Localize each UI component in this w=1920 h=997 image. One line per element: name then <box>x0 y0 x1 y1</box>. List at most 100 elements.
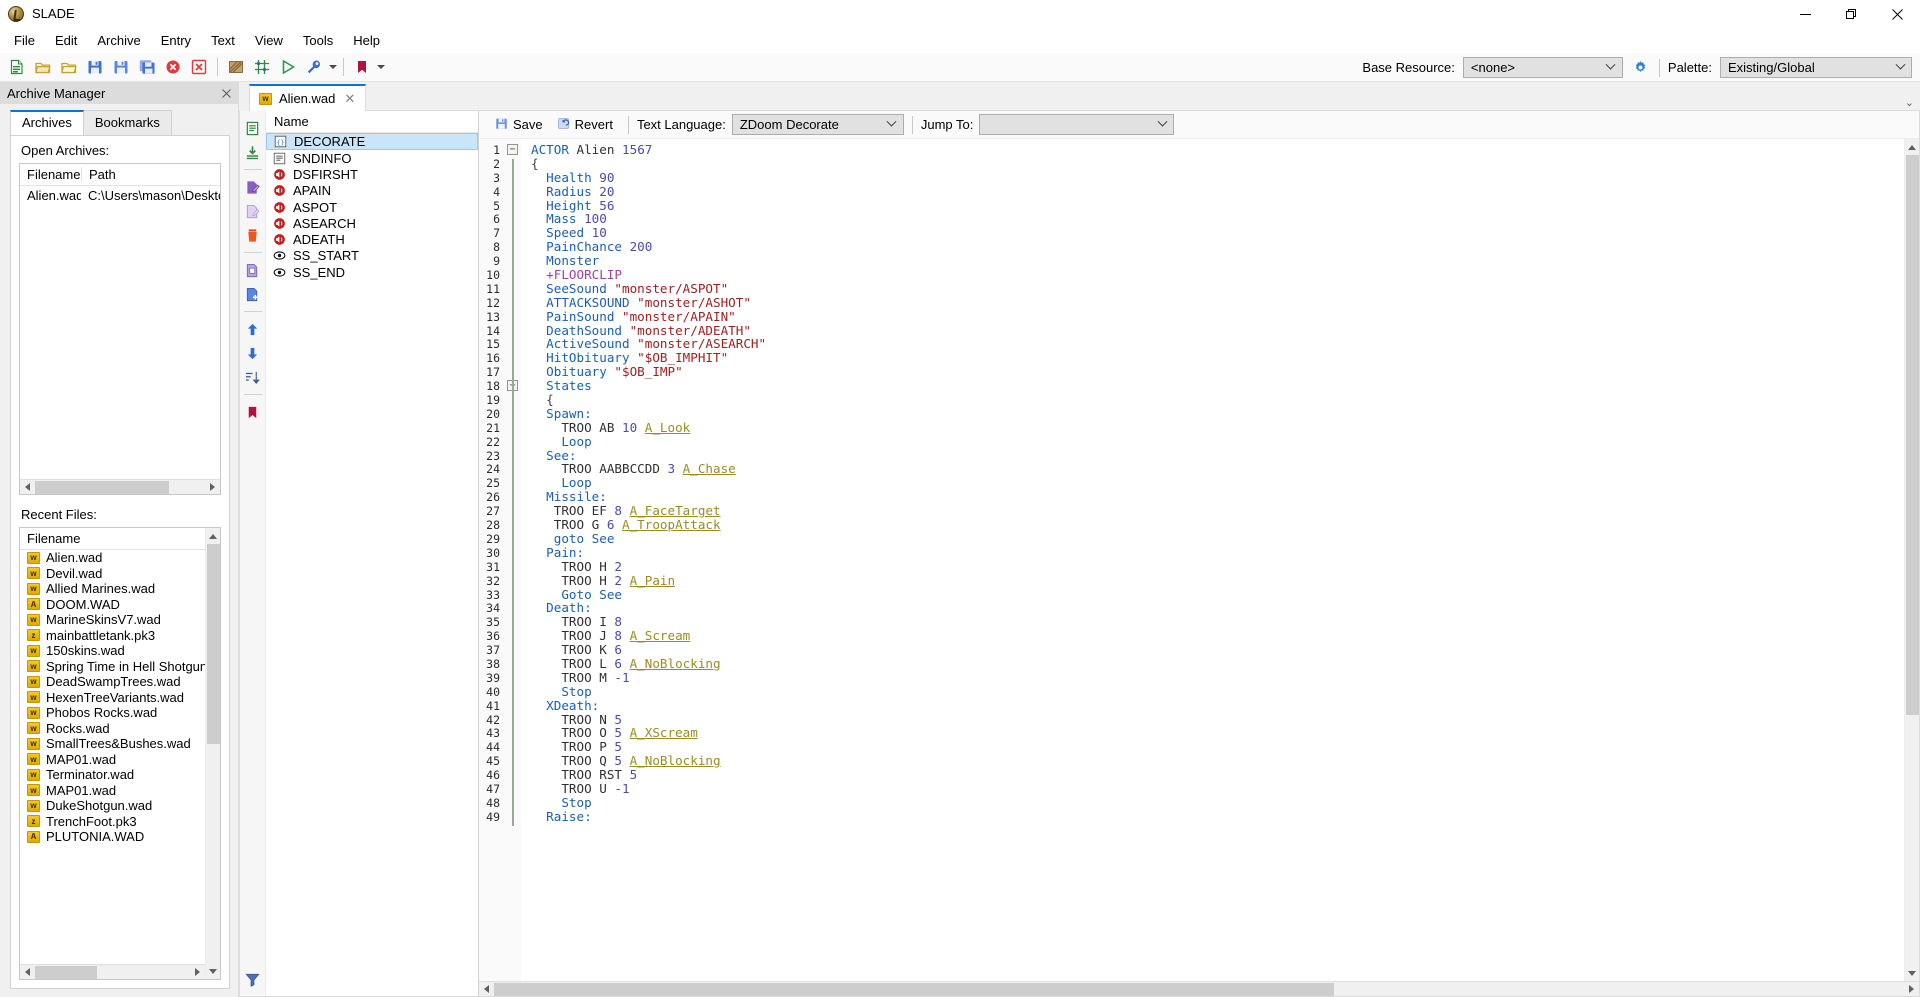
entry-list[interactable]: Name {} DECORATE SNDINFO DSFIRSHT APAIN ASPOT… <box>266 111 479 996</box>
table-row[interactable]: Alien.wad C:\Users\mason\Desktop\ <box>20 186 220 205</box>
list-item[interactable]: w SmallTrees&Bushes.wad <box>20 736 220 752</box>
rename-entry-icon[interactable] <box>242 176 264 198</box>
list-item[interactable]: w Phobos Rocks.wad <box>20 705 220 721</box>
jump-to-combo[interactable] <box>979 114 1175 135</box>
scroll-left-icon[interactable] <box>20 480 35 495</box>
code-vscrollbar[interactable] <box>1904 139 1919 981</box>
gear-icon[interactable] <box>1631 58 1651 78</box>
close-icon[interactable] <box>218 85 234 101</box>
entry-list-item[interactable]: APAIN <box>266 183 478 199</box>
scroll-right-icon[interactable] <box>1904 982 1919 997</box>
texture-editor-icon[interactable] <box>225 56 247 78</box>
bookmarks-icon[interactable] <box>351 56 373 78</box>
menu-tools[interactable]: Tools <box>293 30 343 51</box>
list-item[interactable]: z TrenchFoot.pk3 <box>20 814 220 830</box>
column-path[interactable]: Path <box>81 167 220 182</box>
scroll-up-icon[interactable] <box>1905 139 1920 155</box>
scroll-down-icon[interactable] <box>206 963 221 979</box>
new-entry-icon[interactable] <box>242 117 264 139</box>
list-item[interactable]: w HexenTreeVariants.wad <box>20 690 220 706</box>
code-folding-column[interactable]: −− <box>505 139 521 981</box>
move-up-icon[interactable] <box>242 318 264 340</box>
menu-view[interactable]: View <box>245 30 293 51</box>
tab-archives[interactable]: Archives <box>10 110 84 135</box>
base-resource-combo[interactable]: <none> <box>1462 57 1623 78</box>
recent-files-hscrollbar[interactable] <box>20 964 205 979</box>
scroll-up-icon[interactable] <box>206 528 221 544</box>
bookmark-icon[interactable] <box>242 401 264 423</box>
entry-list-item[interactable]: ASEARCH <box>266 215 478 231</box>
copy-entry-icon[interactable] <box>242 259 264 281</box>
list-item[interactable]: A PLUTONIA.WAD <box>20 829 220 845</box>
list-item[interactable]: w Alien.wad <box>20 550 220 566</box>
entry-list-item[interactable]: SNDINFO <box>266 150 478 166</box>
hscroll-thumb[interactable] <box>35 965 97 979</box>
run-archive-icon[interactable] <box>277 56 299 78</box>
hscroll-track[interactable] <box>494 982 1904 997</box>
open-directory-icon[interactable] <box>58 56 80 78</box>
scroll-right-icon[interactable] <box>205 480 220 495</box>
vscroll-track[interactable] <box>1905 155 1920 965</box>
list-item[interactable]: z mainbattletank.pk3 <box>20 628 220 644</box>
recent-files-list[interactable]: Filename w Alien.wad w Devil.wad w Allied Mar… <box>19 527 221 980</box>
entry-list-item[interactable]: {} DECORATE <box>266 133 478 150</box>
code-hscrollbar[interactable] <box>479 981 1919 996</box>
code-scroller[interactable]: 1 2 3 4 5 6 7 8 9 10 11 12 13 14 15 16 17 18 19 20 21 22 23 24 2… <box>479 139 1904 981</box>
menu-file[interactable]: File <box>4 30 45 51</box>
hscroll-track[interactable] <box>35 965 190 980</box>
scroll-right-icon[interactable] <box>190 965 205 980</box>
column-filename[interactable]: Filename <box>20 167 81 182</box>
save-all-icon[interactable] <box>136 56 158 78</box>
maintenance-icon[interactable] <box>303 56 325 78</box>
vscroll-thumb[interactable] <box>206 544 220 744</box>
vscroll-track[interactable] <box>206 544 221 963</box>
move-down-icon[interactable] <box>242 342 264 364</box>
entry-list-item[interactable]: SS_END <box>266 264 478 280</box>
list-item[interactable]: w Allied Marines.wad <box>20 581 220 597</box>
tab-bookmarks[interactable]: Bookmarks <box>82 110 172 135</box>
hscroll-thumb[interactable] <box>494 982 1334 996</box>
list-item[interactable]: w 150skins.wad <box>20 643 220 659</box>
close-icon[interactable]: ✕ <box>342 91 357 107</box>
map-editor-icon[interactable] <box>251 56 273 78</box>
list-item[interactable]: w MAP01.wad <box>20 783 220 799</box>
sort-entries-icon[interactable] <box>242 366 264 388</box>
open-archive-icon[interactable] <box>32 56 54 78</box>
hscroll-thumb[interactable] <box>35 480 169 494</box>
bookmarks-dropdown-icon[interactable] <box>375 56 386 78</box>
recent-files-vscrollbar[interactable] <box>205 528 220 979</box>
list-item[interactable]: w DukeShotgun.wad <box>20 798 220 814</box>
entry-list-item[interactable]: SS_START <box>266 248 478 264</box>
paste-entry-icon[interactable] <box>242 283 264 305</box>
scroll-down-icon[interactable] <box>1905 965 1920 981</box>
list-item[interactable]: w Spring Time in Hell Shotgun.wa <box>20 659 220 675</box>
revert-button[interactable]: Revert <box>550 114 620 136</box>
minimize-button[interactable] <box>1782 0 1828 28</box>
close-archive-icon[interactable] <box>162 56 184 78</box>
menu-text[interactable]: Text <box>201 30 245 51</box>
list-item[interactable]: A DOOM.WAD <box>20 597 220 613</box>
open-archives-list[interactable]: Filename Path Alien.wad C:\Users\mason\D… <box>19 163 221 495</box>
save-as-icon[interactable] <box>110 56 132 78</box>
list-item[interactable]: w Rocks.wad <box>20 721 220 737</box>
vscroll-thumb[interactable] <box>1905 155 1919 715</box>
list-item[interactable]: w DeadSwampTrees.wad <box>20 674 220 690</box>
close-all-icon[interactable] <box>188 56 210 78</box>
entry-list-item[interactable]: ADEATH <box>266 231 478 247</box>
close-button[interactable] <box>1874 0 1920 28</box>
column-filename[interactable]: Filename <box>20 531 80 546</box>
text-language-combo[interactable]: ZDoom Decorate <box>731 114 904 135</box>
palette-combo[interactable]: Existing/Global <box>1720 57 1912 78</box>
delete-entry-icon[interactable] <box>242 224 264 246</box>
save-archive-icon[interactable] <box>84 56 106 78</box>
archive-tab-alien-wad[interactable]: w Alien.wad ✕ <box>249 84 367 111</box>
maximize-button[interactable] <box>1828 0 1874 28</box>
edit-entry-icon[interactable] <box>242 200 264 222</box>
new-archive-icon[interactable] <box>6 56 28 78</box>
menu-entry[interactable]: Entry <box>151 30 201 51</box>
filter-icon[interactable] <box>242 968 264 990</box>
maintenance-dropdown-icon[interactable] <box>327 56 338 78</box>
list-item[interactable]: w Devil.wad <box>20 566 220 582</box>
scroll-left-icon[interactable] <box>479 982 494 997</box>
open-archives-hscrollbar[interactable] <box>20 479 220 494</box>
